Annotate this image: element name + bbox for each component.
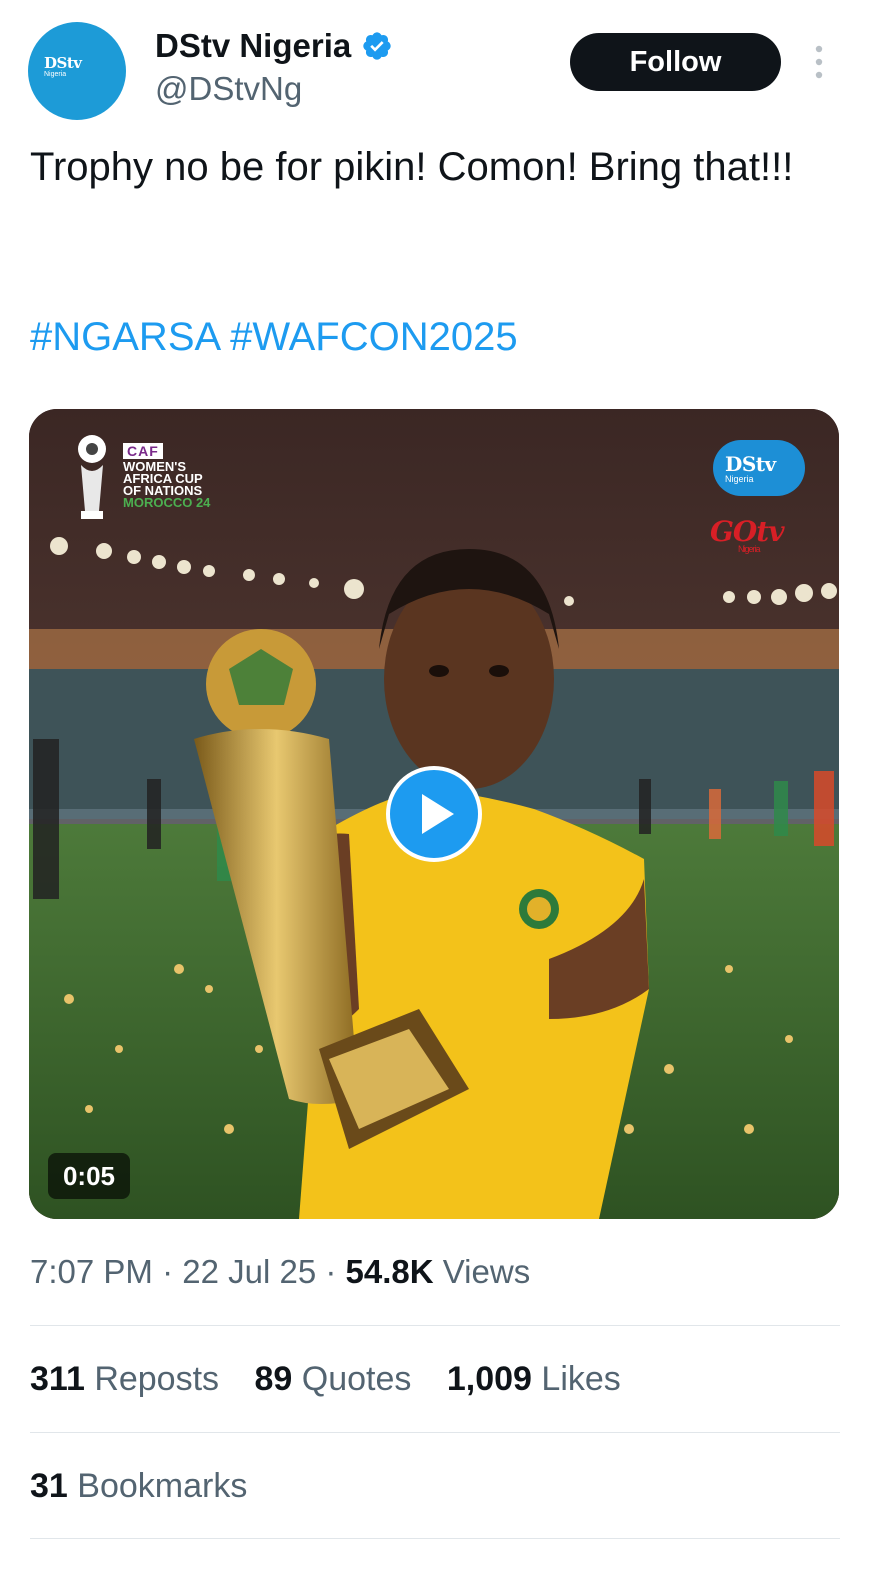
play-button[interactable] xyxy=(386,766,482,862)
follow-button[interactable]: Follow xyxy=(570,33,781,91)
hashtags: #NGARSA #WAFCON2025 xyxy=(30,313,518,361)
hashtag-link[interactable]: #WAFCON2025 xyxy=(230,315,518,359)
video-player[interactable]: CAF WOMEN'S AFRICA CUP OF NATIONS MOROCC… xyxy=(29,409,839,1219)
meta-separator: · xyxy=(162,1253,174,1290)
tweet-header: DStv Nigeria DStv Nigeria @DStvNg Follow xyxy=(0,0,870,130)
video-duration: 0:05 xyxy=(48,1153,130,1199)
meta-separator: · xyxy=(325,1253,337,1290)
tweet-time[interactable]: 7:07 PM xyxy=(30,1253,153,1290)
avatar[interactable]: DStv Nigeria xyxy=(28,22,126,120)
divider xyxy=(30,1432,840,1433)
name-row: DStv Nigeria xyxy=(155,26,393,66)
likes-stat[interactable]: 1,009 Likes xyxy=(447,1360,621,1398)
tweet-text: Trophy no be for pikin! Comon! Bring tha… xyxy=(30,145,794,189)
quotes-label: Quotes xyxy=(301,1360,412,1398)
reposts-count: 311 xyxy=(30,1360,85,1398)
dstv-watermark-sub: Nigeria xyxy=(725,474,754,484)
quotes-count: 89 xyxy=(254,1360,293,1398)
tournament-logo: CAF WOMEN'S AFRICA CUP OF NATIONS MOROCC… xyxy=(123,443,210,509)
engagement-stats: 311 Reposts 89 Quotes 1,009 Likes xyxy=(30,1360,647,1399)
likes-count: 1,009 xyxy=(446,1360,532,1398)
views-count: 54.8K xyxy=(345,1253,434,1290)
more-options-icon[interactable] xyxy=(808,44,830,80)
divider xyxy=(30,1325,840,1326)
bookmarks-label: Bookmarks xyxy=(77,1467,248,1505)
avatar-brand-text: DStv xyxy=(44,54,82,72)
divider xyxy=(30,1538,840,1539)
reposts-label: Reposts xyxy=(94,1360,220,1398)
views-label: Views xyxy=(442,1253,531,1290)
bookmarks-count: 31 xyxy=(30,1467,68,1505)
avatar-logo: DStv Nigeria xyxy=(44,56,110,86)
reposts-stat[interactable]: 311 Reposts xyxy=(30,1360,219,1398)
bookmarks-stat[interactable]: 31 Bookmarks xyxy=(30,1467,247,1506)
caf-badge: CAF xyxy=(123,443,163,459)
likes-label: Likes xyxy=(541,1360,621,1398)
display-name[interactable]: DStv Nigeria xyxy=(155,27,351,65)
tournament-line: MOROCCO 24 xyxy=(123,495,211,510)
user-handle[interactable]: @DStvNg xyxy=(155,70,302,108)
tweet-meta: 7:07 PM · 22 Jul 25 · 54.8K Views xyxy=(30,1253,530,1291)
avatar-sub-text: Nigeria xyxy=(44,71,67,78)
dstv-watermark: DStv Nigeria xyxy=(713,440,805,496)
dstv-watermark-brand: DStv xyxy=(725,452,776,476)
tweet-date[interactable]: 22 Jul 25 xyxy=(182,1253,316,1290)
gotv-watermark: GOtv Nigeria xyxy=(710,515,785,554)
play-icon xyxy=(422,794,454,834)
hashtag-link[interactable]: #NGARSA xyxy=(30,315,219,359)
verified-badge-icon xyxy=(363,32,391,60)
quotes-stat[interactable]: 89 Quotes xyxy=(255,1360,412,1398)
